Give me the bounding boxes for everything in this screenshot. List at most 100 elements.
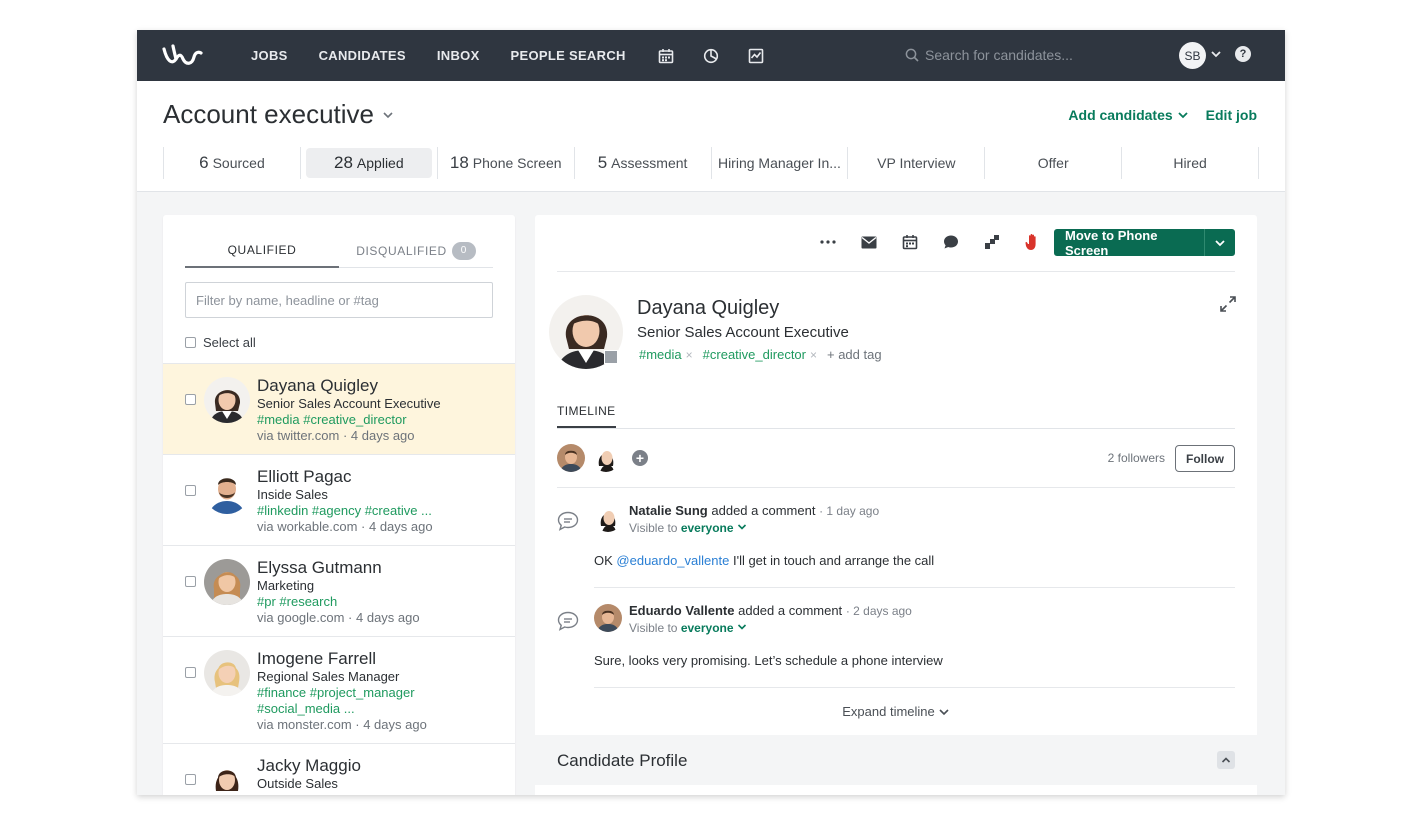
mention-link[interactable]: @eduardo_vallente [616, 553, 729, 568]
disqualified-count-badge: 0 [451, 241, 476, 260]
collapse-section-button[interactable] [1217, 751, 1235, 769]
more-icon[interactable] [819, 233, 837, 251]
follower-avatar[interactable] [592, 444, 620, 472]
expand-timeline-button[interactable]: Expand timeline [535, 704, 1257, 719]
tag-label: #media [639, 347, 682, 362]
evaluate-icon[interactable] [983, 233, 1001, 251]
chevron-down-icon[interactable] [1205, 237, 1235, 249]
tab-disqualified[interactable]: DISQUALIFIED 0 [339, 233, 493, 268]
nav-candidates[interactable]: CANDIDATES [319, 48, 406, 63]
candidate-name: Elliott Pagac [257, 467, 352, 486]
move-button-label: Move to Phone Screen [1065, 227, 1158, 258]
divider [594, 687, 1235, 688]
comment-author[interactable]: Eduardo Vallente [629, 603, 734, 618]
disqualify-hand-icon[interactable] [1024, 233, 1042, 251]
candidate-checkbox[interactable] [185, 485, 196, 496]
pipeline-stages: 6 Sourced 28 Applied 18 Phone Screen 5 Asses… [163, 147, 1259, 179]
followers-count: 2 followers [1107, 451, 1165, 465]
comment-bubble-icon [557, 511, 579, 531]
select-all-checkbox[interactable] [185, 337, 196, 348]
nav-inbox[interactable]: INBOX [437, 48, 480, 63]
chevron-down-icon [737, 624, 746, 630]
list-item[interactable]: Jacky Maggio Outside Sales [163, 743, 515, 795]
stage-vp-interview[interactable]: VP Interview [848, 147, 986, 179]
chevron-down-icon [383, 111, 393, 118]
profile-headline: Senior Sales Account Executive [637, 324, 849, 341]
calendar-icon[interactable] [901, 233, 919, 251]
comment-meta: Eduardo Vallente added a comment · 2 day… [629, 603, 912, 618]
move-to-phone-screen-button[interactable]: Move to Phone Screen [1054, 227, 1235, 258]
visibility-selector[interactable]: everyone [681, 521, 747, 535]
tab-timeline[interactable]: TIMELINE [557, 404, 616, 428]
workable-logo[interactable] [161, 41, 205, 69]
stage-hired[interactable]: Hired [1122, 147, 1259, 179]
stage-label: VP Interview [877, 155, 956, 171]
filter-input[interactable] [185, 282, 493, 318]
list-item[interactable]: Elliott Pagac Inside Sales #linkedin #ag… [163, 454, 515, 545]
visibility-value: everyone [680, 621, 734, 635]
candidate-checkbox[interactable] [185, 774, 196, 785]
comment-author[interactable]: Natalie Sung [629, 503, 708, 518]
list-item[interactable]: Dayana Quigley Senior Sales Account Exec… [163, 363, 515, 454]
stage-phone-screen[interactable]: 18 Phone Screen [438, 147, 575, 179]
qualification-tabs: QUALIFIED DISQUALIFIED 0 [185, 233, 493, 268]
stage-offer[interactable]: Offer [985, 147, 1123, 179]
candidate-headline: Regional Sales Manager [257, 669, 400, 684]
visibility-value: everyone [680, 521, 734, 535]
top-navbar: JOBS CANDIDATES INBOX PEOPLE SEARCH SB ? [137, 30, 1285, 81]
stage-sourced[interactable]: 6 Sourced [164, 147, 301, 179]
chevron-down-icon [1178, 112, 1188, 119]
user-avatar[interactable]: SB [1179, 42, 1206, 69]
stage-hiring-manager-interview[interactable]: Hiring Manager In... [712, 147, 849, 179]
nav-jobs[interactable]: JOBS [251, 48, 288, 63]
tab-qualified[interactable]: QUALIFIED [185, 233, 339, 268]
remove-tag-icon[interactable]: × [810, 348, 817, 362]
candidate-info: Dayana Quigley Senior Sales Account Exec… [257, 376, 503, 444]
timeline-comment: Natalie Sung added a comment · 1 day ago… [557, 501, 1235, 601]
list-item[interactable]: Elyssa Gutmann Marketing #pr #research v… [163, 545, 515, 636]
candidate-checkbox[interactable] [185, 394, 196, 405]
nav-people-search[interactable]: PEOPLE SEARCH [511, 48, 626, 63]
remove-tag-icon[interactable]: × [686, 348, 693, 362]
comment-action: added a comment [711, 503, 816, 518]
search-input[interactable] [925, 47, 1105, 63]
tag-creative-director[interactable]: #creative_director × [703, 347, 817, 362]
stage-applied[interactable]: 28 Applied [301, 147, 438, 179]
candidate-name: Jacky Maggio [257, 756, 361, 775]
visibility-selector[interactable]: everyone [681, 621, 747, 635]
add-follower-icon[interactable]: + [632, 450, 648, 466]
calendar-icon[interactable] [657, 47, 675, 65]
pie-chart-icon[interactable] [702, 47, 720, 65]
candidate-list: Dayana Quigley Senior Sales Account Exec… [163, 363, 515, 795]
stage-label: Offer [1037, 155, 1069, 171]
candidate-checkbox[interactable] [185, 576, 196, 587]
add-candidates-button[interactable]: Add candidates [1068, 107, 1189, 123]
section-title: Candidate Profile [557, 751, 688, 770]
reports-icon[interactable] [747, 47, 765, 65]
chevron-down-icon[interactable] [1209, 47, 1223, 61]
add-tag-button[interactable]: + add tag [827, 347, 882, 362]
comment-icon[interactable] [942, 233, 960, 251]
candidate-checkbox[interactable] [185, 667, 196, 678]
comment-meta: Natalie Sung added a comment · 1 day ago [629, 503, 879, 518]
tag-media[interactable]: #media × [639, 347, 693, 362]
candidate-tags: #linkedin #agency #creative ... [257, 503, 432, 518]
candidate-info: Elyssa Gutmann Marketing #pr #research v… [257, 558, 503, 626]
email-icon[interactable] [860, 233, 878, 251]
job-title[interactable]: Account executive [163, 99, 394, 130]
comment-body: OK @eduardo_vallente I'll get in touch a… [594, 553, 934, 568]
help-icon[interactable]: ? [1235, 46, 1251, 62]
stage-assessment[interactable]: 5 Assessment [575, 147, 712, 179]
stage-label: Sourced [212, 155, 265, 171]
timeline-comment: Eduardo Vallente added a comment · 2 day… [557, 601, 1235, 701]
select-all[interactable]: Select all [185, 335, 256, 350]
visibility-prefix: Visible to [629, 621, 678, 635]
list-item[interactable]: Imogene Farrell Regional Sales Manager #… [163, 636, 515, 743]
follower-avatar[interactable] [557, 444, 585, 472]
expand-icon[interactable] [1219, 295, 1237, 313]
edit-job-button[interactable]: Edit job [1206, 107, 1257, 123]
avatar [204, 468, 250, 514]
follow-button[interactable]: Follow [1175, 445, 1235, 472]
candidate-source: via workable.com · 4 days ago [257, 519, 433, 534]
candidate-tags: #pr #research [257, 594, 338, 609]
